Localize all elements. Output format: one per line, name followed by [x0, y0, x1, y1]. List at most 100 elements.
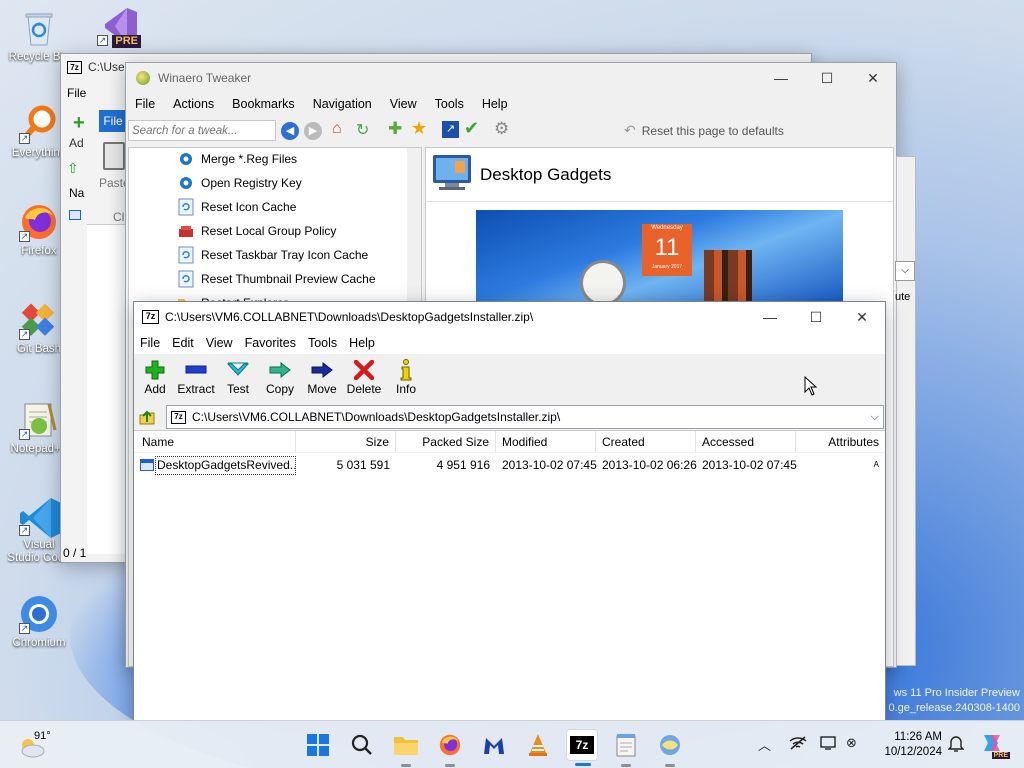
running-indicator — [401, 764, 411, 767]
taskbar-malwarebytes[interactable] — [478, 729, 510, 761]
tray-overflow-chevron-icon[interactable]: ︿ — [758, 735, 771, 754]
desktop-icon-chromium[interactable]: ↗ Chromium — [6, 594, 72, 650]
bg-up-folder-icon[interactable]: ⇧ — [67, 160, 79, 177]
bg-ribbon-file-tab[interactable]: File — [99, 110, 127, 132]
7zip-maximize-button[interactable]: ☐ — [793, 302, 839, 332]
taskbar-notepad[interactable] — [610, 729, 642, 767]
address-bar[interactable]: 7z C:\Users\VM6.COLLABNET\Downloads\Desk… — [166, 405, 884, 429]
copy-label: Copy — [265, 382, 294, 396]
add-button[interactable]: Add — [134, 358, 176, 396]
bookmarks-star-icon[interactable]: ★ — [411, 118, 427, 139]
column-header-name[interactable]: Name — [136, 431, 296, 453]
bg-dropdown-chevron-icon[interactable]: ⌵ — [895, 261, 915, 281]
desktop-icon-visual-studio-preview[interactable]: PRE ↗ — [84, 6, 150, 49]
desktop-icon-label: Chromium — [12, 637, 66, 649]
move-button[interactable]: Move — [301, 358, 343, 396]
tweaker-minimize-button[interactable]: — — [758, 63, 804, 93]
weather-widget[interactable]: 91° — [16, 727, 76, 763]
7zip-menu-view[interactable]: View — [200, 336, 239, 350]
tray-volume-muted-icon[interactable]: ⊗ — [846, 735, 857, 751]
tree-item-reset-local-group-policy[interactable]: Reset Local Group Policy — [177, 220, 336, 242]
taskbar-7zip[interactable]: 7z — [566, 729, 598, 766]
back-arrow-icon[interactable]: ◀ — [281, 122, 299, 140]
column-header-accessed[interactable]: Accessed — [696, 431, 796, 453]
tweak-search-input[interactable] — [128, 120, 276, 141]
file-list[interactable]: Name Size Packed Size Modified Created A… — [134, 430, 885, 721]
taskbar-file-explorer[interactable] — [390, 729, 422, 767]
refresh-green-icon[interactable]: ↻ — [356, 120, 369, 140]
table-row[interactable]: DesktopGadgetsRevived... 5 031 591 4 951… — [134, 455, 885, 475]
7zip-minimize-button[interactable]: — — [747, 302, 793, 332]
preview-clock — [580, 260, 626, 305]
shortcut-arrow-icon: ↗ — [19, 429, 30, 440]
taskbar-winaero[interactable] — [654, 729, 686, 767]
taskbar-clock[interactable]: 11:26 AM 10/12/2024 — [876, 730, 942, 760]
recycle-bin-icon — [19, 8, 59, 48]
move-label: Move — [307, 382, 337, 396]
bg-add-icon[interactable]: + — [73, 112, 85, 135]
7zip-menu-file[interactable]: File — [134, 336, 166, 350]
shortcut-icon[interactable]: ↗ — [442, 121, 459, 138]
tweaker-menubar: File Actions Bookmarks Navigation View T… — [126, 93, 896, 115]
column-header-packed-size[interactable]: Packed Size — [396, 431, 496, 453]
7zip-app-icon: 7z — [142, 310, 159, 324]
tweaker-close-button[interactable]: ✕ — [850, 63, 896, 93]
tree-item-merge-reg-files[interactable]: Merge *.Reg Files — [177, 148, 297, 170]
column-header-attributes[interactable]: Attributes — [796, 431, 885, 453]
7zip-menu-tools[interactable]: Tools — [302, 336, 343, 350]
tweaker-menu-view[interactable]: View — [381, 97, 426, 111]
bg-paste-icon[interactable] — [103, 142, 125, 170]
7zip-window[interactable]: 7z C:\Users\VM6.COLLABNET\Downloads\Desk… — [133, 301, 886, 722]
tree-item-reset-taskbar-tray-icon-cache[interactable]: Reset Taskbar Tray Icon Cache — [177, 244, 368, 266]
start-button[interactable] — [302, 729, 334, 761]
column-header-size[interactable]: Size — [296, 431, 396, 453]
row-size: 5 031 591 — [336, 458, 390, 472]
7zip-menu-favorites[interactable]: Favorites — [239, 336, 302, 350]
tweaker-maximize-button[interactable]: ☐ — [804, 63, 850, 93]
tree-item-open-registry-key[interactable]: Open Registry Key — [177, 172, 302, 194]
watermark-line-2: 0.ge_release.240308-1400 — [888, 702, 1020, 714]
taskbar-firefox[interactable] — [434, 729, 466, 767]
up-folder-button[interactable] — [138, 408, 158, 428]
taskbar-vlc[interactable] — [522, 729, 554, 761]
delete-button[interactable]: Delete — [343, 358, 385, 396]
notification-bell-icon[interactable] — [947, 735, 965, 756]
calendar-weekday: Wednesday — [651, 225, 683, 231]
calendar-month: January 2017 — [651, 264, 683, 270]
tweaker-titlebar[interactable]: Winaero Tweaker — ☐ ✕ — [126, 63, 896, 93]
apply-check-icon[interactable]: ✔ — [464, 118, 479, 139]
tweaker-menu-file[interactable]: File — [126, 97, 164, 111]
tray-display-icon[interactable] — [820, 735, 838, 754]
column-header-modified[interactable]: Modified — [496, 431, 596, 453]
home-icon[interactable]: ⌂ — [332, 120, 342, 138]
tweaker-menu-actions[interactable]: Actions — [164, 97, 223, 111]
extract-button[interactable]: Extract — [175, 358, 217, 396]
reset-page-button[interactable]: ↶ Reset this page to defaults — [624, 122, 784, 139]
tree-item-reset-icon-cache[interactable]: Reset Icon Cache — [177, 196, 296, 218]
copy-button[interactable]: Copy — [259, 358, 301, 396]
7zip-menu-help[interactable]: Help — [343, 336, 381, 350]
tweaker-menu-bookmarks[interactable]: Bookmarks — [223, 97, 304, 111]
add-bookmark-icon[interactable]: ✚ — [388, 119, 402, 139]
gadgets-preview-image: Wednesday 11 January 2017 — [476, 210, 843, 305]
7zip-close-button[interactable]: ✕ — [839, 302, 885, 332]
tweaker-menu-tools[interactable]: Tools — [426, 97, 473, 111]
info-button[interactable]: Info — [385, 358, 427, 396]
tweaker-menu-navigation[interactable]: Navigation — [304, 97, 381, 111]
tree-item-reset-thumbnail-preview-cache[interactable]: Reset Thumbnail Preview Cache — [177, 268, 376, 290]
column-header-created[interactable]: Created — [596, 431, 696, 453]
tray-network-icon[interactable] — [789, 735, 807, 754]
taskbar-search-button[interactable] — [346, 729, 378, 761]
7zip-icon: 7z — [570, 736, 594, 754]
7zip-titlebar[interactable]: 7z C:\Users\VM6.COLLABNET\Downloads\Desk… — [134, 302, 885, 332]
registry-cube-icon — [177, 150, 195, 168]
test-button[interactable]: Test — [217, 358, 259, 396]
settings-gear-icon[interactable]: ⚙ — [494, 119, 509, 139]
7zip-menu-edit[interactable]: Edit — [166, 336, 200, 350]
tweaker-menu-help[interactable]: Help — [473, 97, 517, 111]
bg-menu-file[interactable]: File — [67, 86, 86, 100]
address-dropdown-icon[interactable]: ⌵ — [871, 411, 879, 424]
add-label: Add — [144, 382, 166, 396]
copilot-button[interactable]: PRE — [980, 731, 1010, 759]
forward-arrow-icon[interactable]: ▶ — [304, 122, 322, 140]
